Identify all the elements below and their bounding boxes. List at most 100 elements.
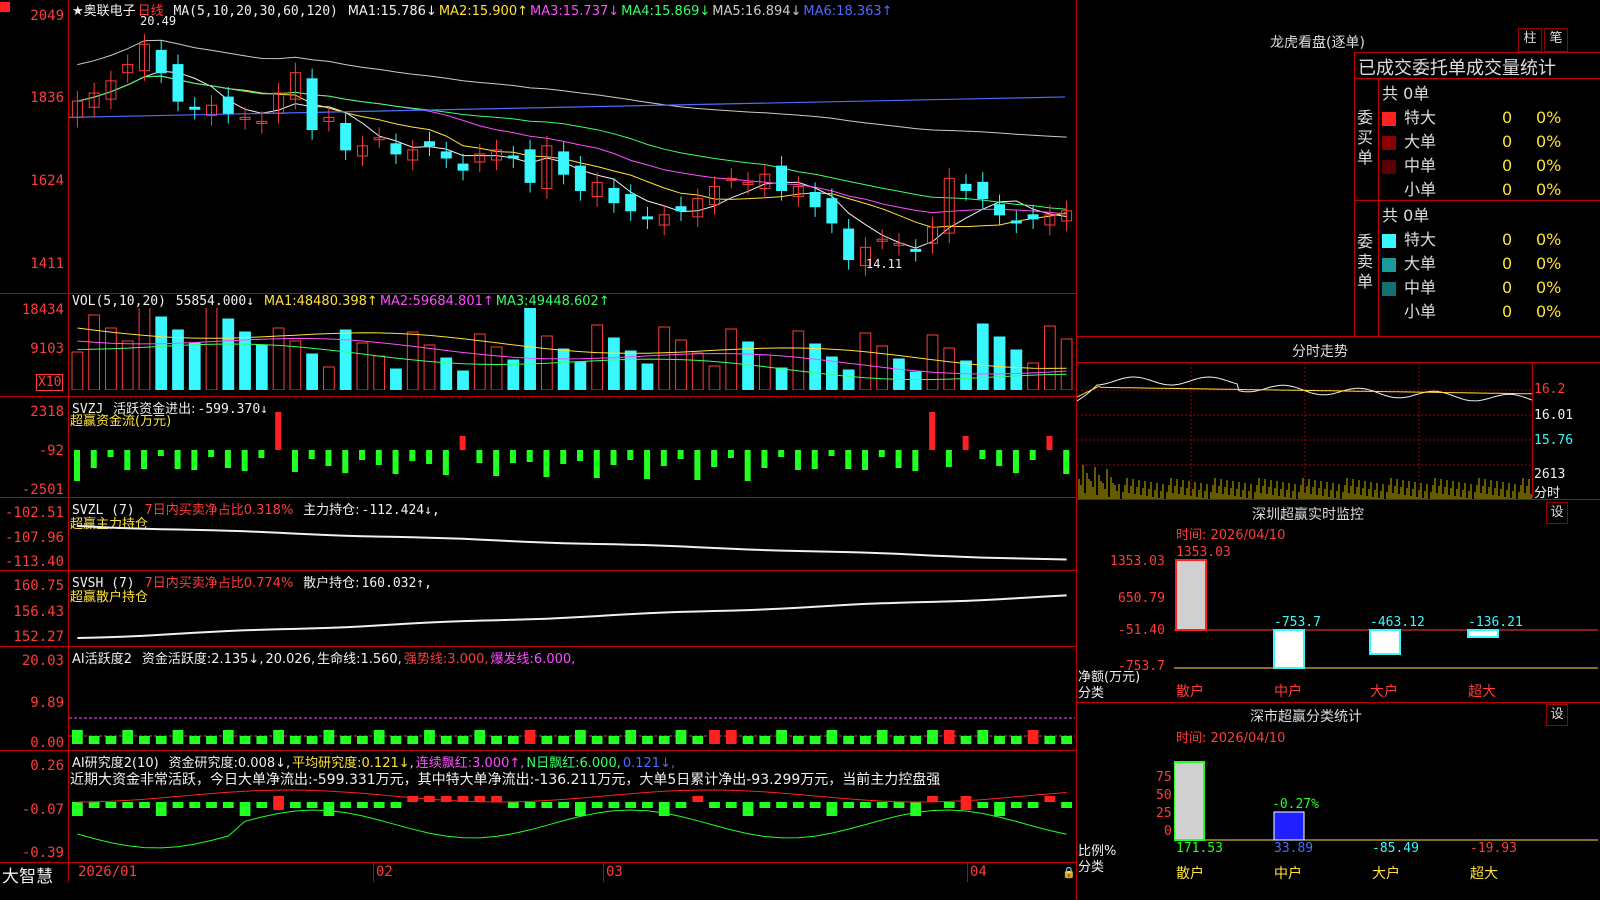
candle-body: [440, 151, 452, 159]
fund-flow-bar: [275, 412, 282, 450]
candle-body: [994, 204, 1006, 216]
volume-bar: [1010, 349, 1023, 390]
ratio-value: -19.93: [1470, 841, 1517, 856]
activity-bar: [943, 730, 955, 744]
volume-bar: [909, 371, 922, 390]
activity-bar: [122, 730, 134, 744]
volume-chart[interactable]: [69, 308, 1075, 390]
brand-label[interactable]: 大智慧: [2, 862, 53, 887]
fund-flow-bar: [359, 450, 366, 460]
vol-legend: VOL(5,10,20) 55854.000↓ MA1:48480.398↑ MA…: [72, 294, 614, 309]
activity-bar: [172, 730, 184, 744]
ma-line: [69, 96, 1066, 118]
activity-bar: [725, 730, 737, 744]
activity-bar: [658, 736, 670, 744]
research-bar: [323, 802, 335, 816]
svsh-chart[interactable]: [69, 586, 1075, 644]
ai1-chart[interactable]: [69, 664, 1075, 749]
candle-body: [675, 206, 687, 212]
cls-y-tick: 50: [1156, 788, 1172, 803]
bar-mode-button[interactable]: 柱: [1518, 28, 1542, 52]
activity-bar: [306, 736, 318, 744]
candle-body: [507, 155, 519, 159]
volume-bar: [373, 355, 386, 390]
svzl-y-tick: -107.96: [4, 530, 64, 546]
activity-bar: [88, 736, 100, 744]
research-bar: [725, 802, 737, 808]
activity-bar: [206, 736, 217, 744]
fund-flow-bar: [593, 450, 600, 478]
legend-swatch: [1382, 183, 1396, 198]
intraday-chart[interactable]: [1077, 363, 1533, 499]
volume-bar: [725, 328, 738, 390]
research-bar: [172, 802, 184, 808]
divider: [1076, 499, 1600, 500]
research-bar: [155, 802, 167, 816]
pane-divider: [0, 750, 1076, 751]
volume-bar: [842, 369, 855, 390]
ai2-y-tick: -0.07: [21, 802, 64, 818]
fund-flow-bar: [526, 450, 533, 462]
fund-flow-bar: [459, 436, 466, 450]
volume-bar: [1060, 338, 1073, 390]
research-bar: [1027, 802, 1039, 808]
volume-bar: [138, 308, 151, 390]
activity-bar: [407, 736, 419, 744]
fund-flow-bar: [979, 450, 986, 459]
ai2-chart[interactable]: [69, 766, 1075, 861]
monitor-settings-button[interactable]: 设: [1546, 502, 1568, 524]
research-bar: [809, 802, 821, 808]
activity-bar: [1061, 736, 1072, 744]
order-pct: 0%: [1536, 180, 1562, 199]
volume-bar: [708, 365, 721, 390]
candle-body: [608, 187, 620, 204]
activity-bar: [105, 736, 117, 744]
fund-flow-bar: [392, 450, 399, 474]
kline-chart[interactable]: [69, 14, 1075, 292]
sell-side-label: 委卖单: [1357, 232, 1374, 291]
order-label: 小单: [1404, 180, 1437, 199]
order-label: 特大: [1404, 108, 1437, 127]
order-row: 大单 0 0%: [1382, 128, 1598, 152]
volume-bar: [88, 314, 101, 390]
net-amount-bar: [1175, 559, 1207, 631]
activity-bar: [792, 736, 804, 744]
cls-chart[interactable]: -0.27% 171.53 散户 33.89 中户 -85.49 大户 -19.93 超大: [1174, 740, 1598, 900]
activity-bar: [994, 736, 1005, 744]
fund-flow-bar: [962, 436, 969, 450]
fund-flow-bar: [1046, 436, 1053, 450]
category-label: 中户: [1274, 683, 1302, 700]
volume-bar: [591, 324, 604, 390]
fund-flow-bar: [308, 450, 315, 459]
volume-bar: [390, 368, 402, 390]
svzl-chart[interactable]: [69, 512, 1075, 568]
candle-body: [423, 141, 435, 147]
svzl-y-tick: -102.51: [4, 505, 64, 521]
volume-bar: [339, 329, 352, 390]
activity-bar: [491, 736, 502, 744]
candle-body: [306, 78, 318, 131]
cls-settings-button[interactable]: 设: [1546, 704, 1568, 726]
fund-flow-bar: [929, 412, 936, 450]
monitor-chart[interactable]: 1353.03 散户 -753.7 中户 -463.12 大户 -136.21 超大: [1174, 540, 1598, 700]
candle-body: [189, 106, 201, 110]
category-label: 中户: [1274, 865, 1302, 882]
divider: [1378, 78, 1379, 336]
research-bar: [105, 802, 117, 808]
research-bar: [642, 802, 653, 808]
order-row: 小单 0 0%: [1382, 176, 1598, 200]
order-label: 大单: [1404, 254, 1437, 273]
activity-bar: [139, 736, 150, 744]
stat-title: 已成交委托单成交量统计: [1358, 58, 1556, 79]
fund-flow-bar: [811, 450, 818, 469]
lock-icon[interactable]: 🔒: [1062, 866, 1076, 879]
candle-body: [172, 64, 184, 102]
pane-divider: [0, 646, 1076, 647]
monitor-y-tick: 650.79: [1118, 591, 1165, 606]
tick-mode-button[interactable]: 笔: [1544, 28, 1568, 52]
activity-bar: [457, 736, 469, 744]
order-pct: 0%: [1536, 254, 1562, 273]
activity-bar: [340, 736, 352, 744]
fs-price-tick: 16.2: [1534, 382, 1566, 397]
svzj-chart[interactable]: [69, 410, 1075, 496]
